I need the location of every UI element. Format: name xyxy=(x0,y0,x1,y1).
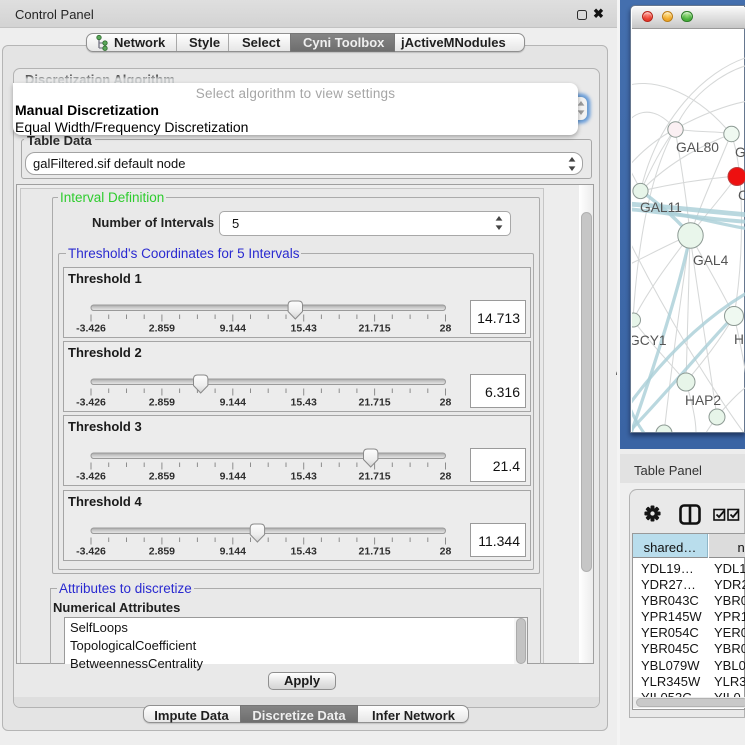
svg-text:15.43: 15.43 xyxy=(291,397,317,409)
svg-text:-3.426: -3.426 xyxy=(76,397,106,409)
svg-text:GCY1: GCY1 xyxy=(632,333,667,348)
svg-text:GAL11: GAL11 xyxy=(640,200,682,215)
svg-text:GAL4: GAL4 xyxy=(693,253,729,268)
svg-text:2.859: 2.859 xyxy=(149,471,175,483)
svg-text:9.144: 9.144 xyxy=(220,397,246,409)
svg-text:15.43: 15.43 xyxy=(291,546,317,558)
svg-text:21.715: 21.715 xyxy=(359,471,391,483)
svg-text:-3.426: -3.426 xyxy=(76,546,106,558)
svg-text:28: 28 xyxy=(440,323,452,335)
svg-text:28: 28 xyxy=(440,397,452,409)
svg-text:-3.426: -3.426 xyxy=(76,323,106,335)
svg-text:9.144: 9.144 xyxy=(220,546,246,558)
svg-text:9.144: 9.144 xyxy=(220,471,246,483)
svg-text:HIS: HIS xyxy=(734,332,745,347)
svg-text:2.859: 2.859 xyxy=(149,323,175,335)
svg-text:15.43: 15.43 xyxy=(291,323,317,335)
svg-text:HAP2: HAP2 xyxy=(685,393,721,408)
svg-text:9.144: 9.144 xyxy=(220,323,246,335)
svg-text:21.715: 21.715 xyxy=(359,397,391,409)
svg-text:-3.426: -3.426 xyxy=(76,471,106,483)
svg-text:28: 28 xyxy=(440,471,452,483)
svg-text:2.859: 2.859 xyxy=(149,546,175,558)
svg-text:21.715: 21.715 xyxy=(359,323,391,335)
svg-text:15.43: 15.43 xyxy=(291,471,317,483)
svg-text:28: 28 xyxy=(440,546,452,558)
svg-text:C: C xyxy=(738,188,745,203)
svg-text:GAL80: GAL80 xyxy=(676,140,719,155)
svg-text:21.715: 21.715 xyxy=(359,546,391,558)
svg-text:GAL7: GAL7 xyxy=(735,145,745,160)
svg-text:2.859: 2.859 xyxy=(149,397,175,409)
